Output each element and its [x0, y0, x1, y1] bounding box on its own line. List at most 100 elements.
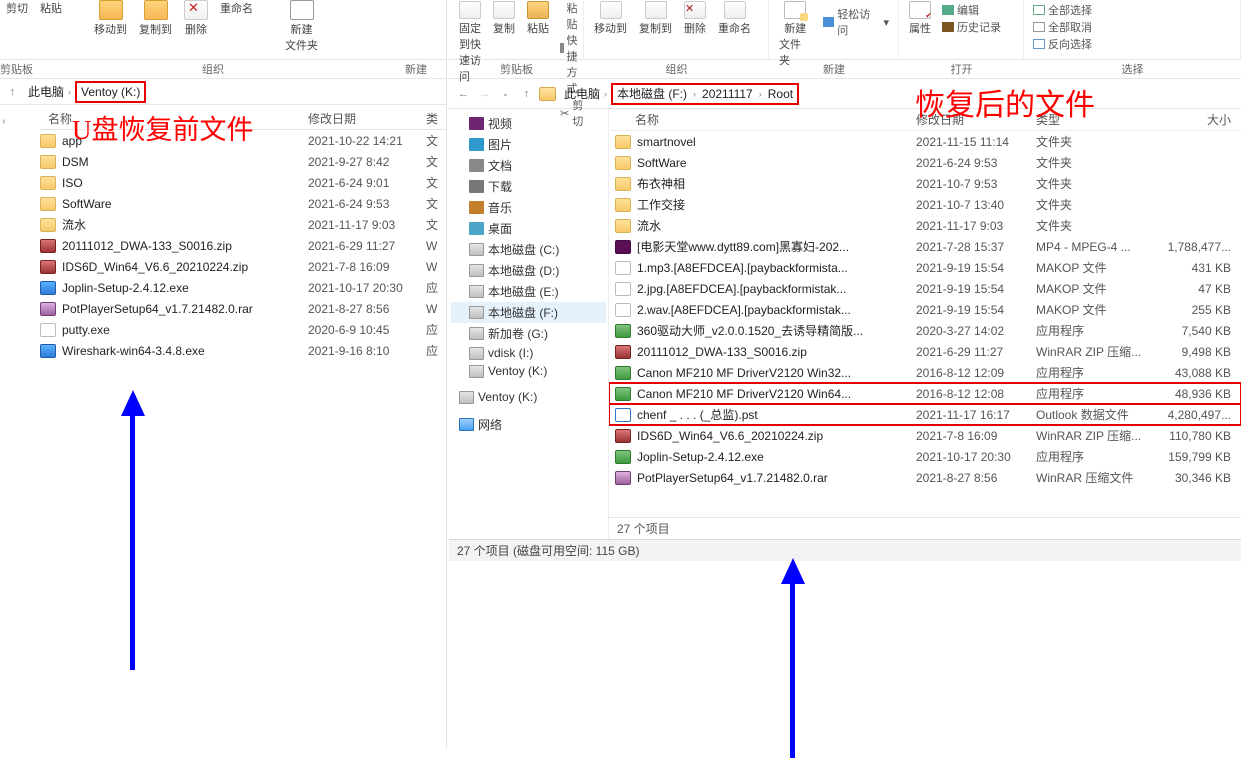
tree-pictures[interactable]: 图片 — [451, 134, 606, 155]
col-size[interactable]: 大小 — [1156, 111, 1241, 128]
tree-desktop[interactable]: 桌面 — [451, 218, 606, 239]
file-row[interactable]: chenf _ . . . (_总监).pst2021-11-17 16:17O… — [609, 404, 1241, 425]
nav-up-button[interactable]: ↑ — [4, 83, 21, 100]
tree-drive-k1[interactable]: Ventoy (K:) — [451, 362, 606, 380]
tree-label: vdisk (I:) — [488, 346, 533, 360]
bc-d2[interactable]: Root — [768, 87, 793, 101]
documents-icon — [469, 159, 484, 172]
properties-button[interactable]: ✔ 属性 — [905, 0, 935, 37]
col-name[interactable]: 名称 — [40, 110, 308, 127]
tree-network[interactable]: 网络 — [451, 414, 606, 435]
tree-drive-e[interactable]: 本地磁盘 (E:) — [451, 281, 606, 302]
bc-d1[interactable]: 20211117 — [702, 87, 753, 101]
delete-button-r[interactable]: 删除 — [680, 0, 710, 37]
tree-video[interactable]: 视频 — [451, 113, 606, 134]
file-row[interactable]: 布衣神相2021-10-7 9:53文件夹 — [609, 173, 1241, 194]
file-row[interactable]: Canon MF210 MF DriverV2120 Win64...2016-… — [609, 383, 1241, 404]
file-row[interactable]: Canon MF210 MF DriverV2120 Win32...2016-… — [609, 362, 1241, 383]
breadcrumb-right[interactable]: 此电脑 › 本地磁盘 (F:) › 20211117 › Root — [560, 83, 1235, 105]
file-row[interactable]: SoftWare2021-6-24 9:53文件夹 — [609, 152, 1241, 173]
file-list-left[interactable]: app2021-10-22 14:21文DSM2021-9-27 8:42文IS… — [40, 130, 446, 361]
col-date[interactable]: 修改日期 — [308, 110, 426, 127]
file-row[interactable]: 20111012_DWA-133_S0016.zip2021-6-29 11:2… — [40, 235, 446, 256]
tree-label: 桌面 — [488, 220, 512, 237]
desktop-icon — [469, 222, 484, 235]
rename-button-r[interactable]: 重命名 — [714, 0, 755, 37]
copy-to-button[interactable]: 复制到 — [133, 0, 178, 59]
new-folder-button-r[interactable]: 新建 文件夹 — [775, 0, 816, 69]
right-body: 视频 图片 文档 下载 音乐 桌面 本地磁盘 (C:) 本地磁盘 (D:) 本地… — [449, 109, 1241, 539]
history-label: 历史记录 — [957, 19, 1001, 35]
paste-button[interactable]: 粘贴 — [34, 0, 68, 59]
tree-drive-d[interactable]: 本地磁盘 (D:) — [451, 260, 606, 281]
bc-pc[interactable]: 此电脑 — [564, 85, 600, 102]
file-row[interactable]: DSM2021-9-27 8:42文 — [40, 151, 446, 172]
easy-access-button[interactable]: 轻松访问 ▾ — [820, 6, 893, 38]
file-row[interactable]: 流水2021-11-17 9:03文件夹 — [609, 215, 1241, 236]
file-row[interactable]: 流水2021-11-17 9:03文 — [40, 214, 446, 235]
file-row[interactable]: 工作交接2021-10-7 13:40文件夹 — [609, 194, 1241, 215]
file-date: 2021-6-29 11:27 — [308, 239, 426, 253]
col-date[interactable]: 修改日期 — [916, 111, 1036, 128]
tree-drive-i[interactable]: vdisk (I:) — [451, 344, 606, 362]
drive-icon — [469, 285, 484, 298]
move-to-button-r[interactable]: 移动到 — [590, 0, 631, 37]
nav-tree-right[interactable]: 视频 图片 文档 下载 音乐 桌面 本地磁盘 (C:) 本地磁盘 (D:) 本地… — [449, 109, 609, 539]
select-all-button[interactable]: 全部选择 — [1030, 2, 1234, 18]
history-button[interactable]: 历史记录 — [939, 19, 1004, 35]
file-row[interactable]: ISO2021-6-24 9:01文 — [40, 172, 446, 193]
file-row[interactable]: smartnovel2021-11-15 11:14文件夹 — [609, 131, 1241, 152]
tree-drive-k2[interactable]: Ventoy (K:) — [451, 388, 606, 406]
nav-fwd-button[interactable]: → — [476, 85, 493, 102]
file-row[interactable]: 1.mp3.[A8EFDCEA].[paybackformista...2021… — [609, 257, 1241, 278]
nav-tree-left[interactable]: › — [0, 112, 35, 131]
rename-button[interactable]: 重命名 — [214, 0, 259, 59]
file-row[interactable]: IDS6D_Win64_V6.6_20210224.zip2021-7-8 16… — [609, 425, 1241, 446]
col-type[interactable]: 类 — [426, 110, 446, 127]
file-row[interactable]: 360驱动大师_v2.0.0.1520_去诱导精简版...2020-3-27 1… — [609, 320, 1241, 341]
col-name[interactable]: 名称 — [615, 111, 916, 128]
file-row[interactable]: IDS6D_Win64_V6.6_20210224.zip2021-7-8 16… — [40, 256, 446, 277]
copy-to-button-r[interactable]: 复制到 — [635, 0, 676, 37]
breadcrumb-pc[interactable]: 此电脑 — [28, 83, 64, 100]
file-name: 流水 — [62, 216, 308, 233]
rename-label: 重命名 — [718, 20, 751, 36]
tree-music[interactable]: 音乐 — [451, 197, 606, 218]
paste-button[interactable]: 粘贴 — [523, 0, 553, 37]
file-row[interactable]: 20111012_DWA-133_S0016.zip2021-6-29 11:2… — [609, 341, 1241, 362]
nav-back-button[interactable]: ← — [455, 85, 472, 102]
file-row[interactable]: app2021-10-22 14:21文 — [40, 130, 446, 151]
file-row[interactable]: PotPlayerSetup64_v1.7.21482.0.rar2021-8-… — [609, 467, 1241, 488]
new-folder-label-2: 文件夹 — [285, 37, 318, 53]
file-row[interactable]: [电影天堂www.dytt89.com]黑寡妇-202...2021-7-28 … — [609, 236, 1241, 257]
tree-downloads[interactable]: 下载 — [451, 176, 606, 197]
bc-drive[interactable]: 本地磁盘 (F:) — [617, 85, 687, 102]
file-row[interactable]: Joplin-Setup-2.4.12.exe2021-10-17 20:30应 — [40, 277, 446, 298]
edit-button[interactable]: 编辑 — [939, 2, 1004, 18]
select-none-button[interactable]: 全部取消 — [1030, 19, 1234, 35]
breadcrumb-drive[interactable]: Ventoy (K:) — [81, 85, 140, 99]
breadcrumb-left[interactable]: 此电脑 › Ventoy (K:) — [24, 81, 442, 103]
delete-button[interactable]: 删除 — [178, 0, 214, 59]
tree-drive-g[interactable]: 新加卷 (G:) — [451, 323, 606, 344]
tree-chevron[interactable]: › — [2, 116, 33, 127]
tree-documents[interactable]: 文档 — [451, 155, 606, 176]
file-row[interactable]: 2.jpg.[A8EFDCEA].[paybackformistak...202… — [609, 278, 1241, 299]
file-row[interactable]: PotPlayerSetup64_v1.7.21482.0.rar2021-8-… — [40, 298, 446, 319]
move-to-button[interactable]: 移动到 — [88, 0, 133, 59]
copy-button[interactable]: 复制 — [489, 0, 519, 37]
tree-drive-f[interactable]: 本地磁盘 (F:) — [451, 302, 606, 323]
file-row[interactable]: Wireshark-win64-3.4.8.exe2021-9-16 8:10应 — [40, 340, 446, 361]
nav-recent-button[interactable]: ⌄ — [497, 85, 514, 102]
col-type[interactable]: 类型 — [1036, 111, 1156, 128]
nav-up-button[interactable]: ↑ — [518, 85, 535, 102]
file-row[interactable]: putty.exe2020-6-9 10:45应 — [40, 319, 446, 340]
file-row[interactable]: SoftWare2021-6-24 9:53文 — [40, 193, 446, 214]
file-row[interactable]: 2.wav.[A8EFDCEA].[paybackformistak...202… — [609, 299, 1241, 320]
file-row[interactable]: Joplin-Setup-2.4.12.exe2021-10-17 20:30应… — [609, 446, 1241, 467]
tree-drive-c[interactable]: 本地磁盘 (C:) — [451, 239, 606, 260]
cut-button[interactable]: 剪切 — [0, 0, 34, 59]
file-list-right[interactable]: smartnovel2021-11-15 11:14文件夹SoftWare202… — [609, 131, 1241, 517]
new-folder-button[interactable]: 新建 文件夹 — [279, 0, 324, 59]
invert-button[interactable]: 反向选择 — [1030, 36, 1234, 52]
